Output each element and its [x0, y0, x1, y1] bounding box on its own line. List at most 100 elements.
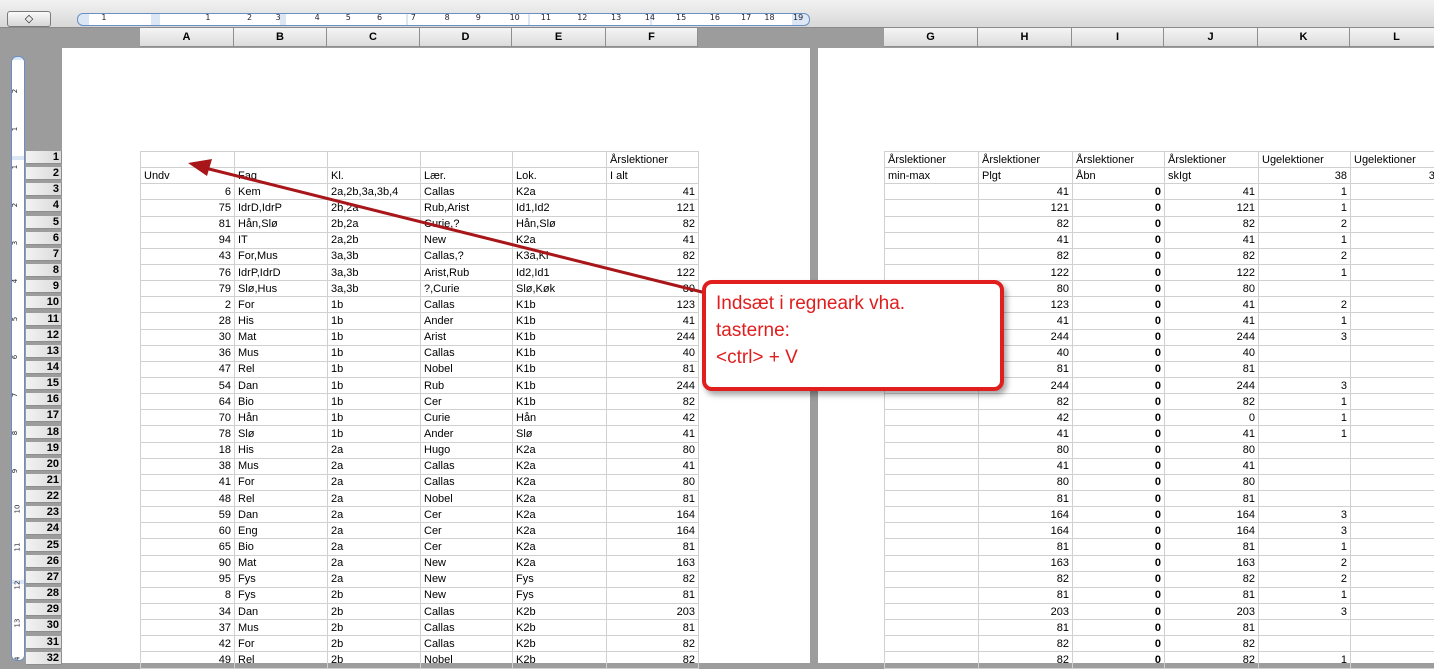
- table-cell[interactable]: Cer: [421, 394, 513, 410]
- row-header[interactable]: 19: [26, 442, 62, 455]
- table-cell[interactable]: [1259, 474, 1351, 490]
- table-cell[interactable]: 0: [1073, 442, 1165, 458]
- table-cell[interactable]: [885, 232, 979, 248]
- table-cell[interactable]: [885, 603, 979, 619]
- table-cell[interactable]: 76: [141, 264, 235, 280]
- table-cell[interactable]: 0: [1073, 200, 1165, 216]
- table-cell[interactable]: 1: [1259, 264, 1351, 280]
- table-cell[interactable]: K2a: [513, 474, 607, 490]
- table-cell[interactable]: 0: [1073, 377, 1165, 393]
- table-cell[interactable]: New: [421, 571, 513, 587]
- table-cell[interactable]: Årslektioner: [979, 152, 1073, 168]
- table-cell[interactable]: 1b: [328, 410, 421, 426]
- table-cell[interactable]: 81: [607, 361, 699, 377]
- table-cell[interactable]: 8: [141, 587, 235, 603]
- table-cell[interactable]: 2b: [328, 620, 421, 636]
- table-cell[interactable]: His: [235, 442, 328, 458]
- table-cell[interactable]: 2b,2a: [328, 216, 421, 232]
- table-cell[interactable]: Rel: [235, 490, 328, 506]
- table-cell[interactable]: Hån,Slø: [235, 216, 328, 232]
- row-header[interactable]: 9: [26, 280, 62, 293]
- table-cell[interactable]: [1259, 490, 1351, 506]
- table-cell[interactable]: 2: [1259, 555, 1351, 571]
- table-cell[interactable]: [885, 620, 979, 636]
- table-cell[interactable]: 80: [1165, 281, 1259, 297]
- table-cell[interactable]: [885, 458, 979, 474]
- table-cell[interactable]: 81: [1165, 361, 1259, 377]
- row-header[interactable]: 16: [26, 393, 62, 406]
- table-cell[interactable]: K3a,Kl: [513, 248, 607, 264]
- table-cell[interactable]: K2b: [513, 620, 607, 636]
- table-cell[interactable]: [885, 426, 979, 442]
- row-header[interactable]: 7: [26, 248, 62, 261]
- table-cell[interactable]: 82: [607, 248, 699, 264]
- table-cell[interactable]: [885, 636, 979, 652]
- table-cell[interactable]: 6: [1351, 377, 1434, 393]
- row-header[interactable]: 2: [26, 167, 62, 180]
- table-cell[interactable]: 49: [141, 652, 235, 668]
- table-cell[interactable]: 6: [1351, 329, 1434, 345]
- table-cell[interactable]: 82: [979, 216, 1073, 232]
- table-cell[interactable]: K2a: [513, 523, 607, 539]
- table-cell[interactable]: Slø: [513, 426, 607, 442]
- table-cell[interactable]: 82: [979, 636, 1073, 652]
- table-cell[interactable]: 0: [1073, 458, 1165, 474]
- table-cell[interactable]: Årslektioner: [1165, 152, 1259, 168]
- column-header-g[interactable]: G: [884, 28, 978, 47]
- table-cell[interactable]: New: [421, 555, 513, 571]
- table-cell[interactable]: 203: [979, 603, 1073, 619]
- table-cell[interactable]: 122: [607, 264, 699, 280]
- table-cell[interactable]: 39: [1351, 168, 1434, 184]
- table-cell[interactable]: 2: [1351, 652, 1434, 668]
- table-cell[interactable]: 0: [1073, 394, 1165, 410]
- table-cell[interactable]: Hugo: [421, 442, 513, 458]
- horizontal-ruler[interactable]: 112345678910111213141516171819: [77, 13, 810, 26]
- table-cell[interactable]: 0: [1073, 232, 1165, 248]
- table-cell[interactable]: 43: [141, 248, 235, 264]
- table-cell[interactable]: 163: [1165, 555, 1259, 571]
- table-cell[interactable]: 3: [1351, 264, 1434, 280]
- row-header[interactable]: 14: [26, 361, 62, 374]
- table-cell[interactable]: 3a,3b: [328, 264, 421, 280]
- table-cell[interactable]: 41: [141, 474, 235, 490]
- table-cell[interactable]: 80: [607, 474, 699, 490]
- table-cell[interactable]: 41: [1165, 313, 1259, 329]
- table-cell[interactable]: 203: [1165, 603, 1259, 619]
- table-cell[interactable]: 41: [1165, 426, 1259, 442]
- table-cell[interactable]: 82: [1165, 248, 1259, 264]
- table-cell[interactable]: 41: [607, 232, 699, 248]
- table-cell[interactable]: IdrD,IdrP: [235, 200, 328, 216]
- table-cell[interactable]: K2a: [513, 507, 607, 523]
- table-cell[interactable]: 2a: [328, 555, 421, 571]
- row-header[interactable]: 18: [26, 426, 62, 439]
- table-cell[interactable]: 1: [1259, 232, 1351, 248]
- table-cell[interactable]: 4: [1351, 523, 1434, 539]
- table-cell[interactable]: min-max: [885, 168, 979, 184]
- table-cell[interactable]: Mus: [235, 458, 328, 474]
- table-cell[interactable]: 0: [1073, 426, 1165, 442]
- table-cell[interactable]: 82: [979, 394, 1073, 410]
- table-cell[interactable]: Slø,Køk: [513, 281, 607, 297]
- vertical-ruler[interactable]: 211234567891011121314: [11, 56, 25, 661]
- table-cell[interactable]: 2a: [328, 571, 421, 587]
- table-cell[interactable]: Hån,Slø: [513, 216, 607, 232]
- table-cell[interactable]: [1259, 442, 1351, 458]
- table-cell[interactable]: Id1,Id2: [513, 200, 607, 216]
- table-cell[interactable]: Dan: [235, 507, 328, 523]
- table-cell[interactable]: Mus: [235, 345, 328, 361]
- table-cell[interactable]: For: [235, 636, 328, 652]
- table-cell[interactable]: Ander: [421, 313, 513, 329]
- table-cell[interactable]: 1: [1351, 410, 1434, 426]
- table-cell[interactable]: 82: [607, 216, 699, 232]
- table-cell[interactable]: 3a,3b: [328, 281, 421, 297]
- table-cell[interactable]: 80: [979, 474, 1073, 490]
- table-cell[interactable]: K2a: [513, 539, 607, 555]
- table-cell[interactable]: Mat: [235, 329, 328, 345]
- table-cell[interactable]: Rub,Arist: [421, 200, 513, 216]
- table-cell[interactable]: 0: [1073, 345, 1165, 361]
- table-cell[interactable]: K1b: [513, 297, 607, 313]
- table-cell[interactable]: [421, 152, 513, 168]
- table-cell[interactable]: 1: [1259, 426, 1351, 442]
- table-cell[interactable]: 80: [979, 442, 1073, 458]
- table-cell[interactable]: 0: [1073, 587, 1165, 603]
